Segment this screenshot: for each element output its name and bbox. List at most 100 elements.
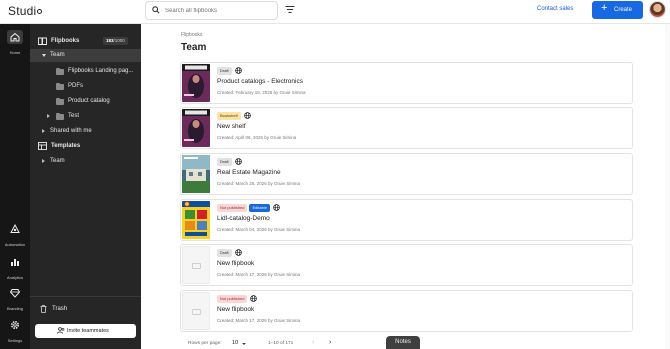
- chevron-down-icon[interactable]: [242, 343, 246, 345]
- folder-icon: [56, 82, 64, 90]
- status-badge: Editable: [249, 204, 270, 212]
- sidebar: Flipbooks 183/1000 Team Flipbooks Landin…: [30, 24, 141, 349]
- flipbook-thumbnail[interactable]: [182, 109, 210, 147]
- rail-home[interactable]: Home: [0, 30, 30, 55]
- main-content: Flipbooks Team Draft Product catalogs - E…: [141, 24, 670, 349]
- folder-label: PDFs: [68, 83, 83, 89]
- chevron-right-icon: [47, 114, 50, 118]
- status-badge: Draft: [217, 249, 232, 257]
- sidebar-flipbooks[interactable]: Flipbooks 183/1000: [30, 35, 141, 48]
- flipbook-title[interactable]: New flipbook: [217, 260, 254, 267]
- thumbnail-placeholder[interactable]: [182, 292, 210, 330]
- rail-analytics-label: Analytics: [6, 275, 23, 280]
- scrollbar[interactable]: [665, 24, 670, 349]
- flipbook-card[interactable]: Not published New flipbook Created: March …: [180, 290, 633, 332]
- flipbook-count-badge: 183/1000: [103, 37, 128, 45]
- user-avatar[interactable]: [649, 1, 666, 18]
- rail-branding-label: Branding: [6, 306, 23, 311]
- flipbook-meta: Created: March 25, 2026 by Gruie Simina: [217, 181, 301, 186]
- flipbook-card[interactable]: Draft New flipbook Created: March 17, 2026…: [180, 244, 633, 286]
- chevron-down-icon: [42, 54, 46, 57]
- flipbook-meta: Created: February 18, 2026 by Gruie Simi…: [217, 90, 306, 95]
- globe-icon: [234, 249, 242, 256]
- flipbook-card[interactable]: Draft Product catalogs - Electronics Creat…: [180, 62, 633, 104]
- next-page-button[interactable]: ›: [329, 339, 331, 346]
- sidebar-templates-team[interactable]: Team: [30, 155, 141, 168]
- users-icon: [57, 327, 65, 334]
- sidebar-templates-label: Templates: [51, 143, 81, 149]
- chevron-right-icon: [42, 129, 45, 133]
- sidebar-folder-product-catalog[interactable]: Product catalog: [30, 95, 141, 108]
- create-label: Create: [614, 7, 633, 13]
- status-badges: Draft: [217, 158, 242, 166]
- flipbook-title[interactable]: Product catalogs - Electronics: [217, 78, 303, 85]
- flipbook-title[interactable]: Real Estate Magazine: [217, 169, 281, 176]
- rail-settings-label: Settings: [7, 338, 23, 343]
- globe-icon: [234, 158, 242, 165]
- sidebar-item-shared[interactable]: Shared with me: [30, 125, 141, 138]
- status-badge: Draft: [217, 67, 232, 75]
- notes-tab[interactable]: Notes: [386, 336, 420, 349]
- rail-settings[interactable]: Settings: [0, 318, 30, 343]
- globe-icon: [273, 204, 280, 211]
- flipbook-card[interactable]: Draft Real Estate Magazine Created: March …: [180, 153, 633, 195]
- sidebar-templates[interactable]: Templates: [30, 140, 141, 153]
- flipbook-card[interactable]: Bookshelf New shelf Created: April 06, 202…: [180, 107, 633, 149]
- flipbook-title[interactable]: New flipbook: [217, 306, 254, 313]
- status-badges: Not published Editable: [217, 204, 280, 212]
- status-badge: Draft: [217, 158, 232, 166]
- page-title: Team: [181, 42, 207, 53]
- invite-teammates-button[interactable]: Invite teammates: [35, 324, 136, 338]
- folder-icon: [56, 97, 64, 105]
- rail-automation[interactable]: Automation: [0, 222, 30, 247]
- settings-icon: [10, 320, 20, 330]
- previous-page-button[interactable]: ‹: [312, 339, 314, 346]
- flipbook-thumbnail[interactable]: [182, 64, 210, 102]
- globe-icon: [243, 112, 251, 119]
- sidebar-trash[interactable]: Trash: [30, 303, 141, 316]
- image-placeholder-icon: [192, 309, 201, 315]
- status-badges: Draft: [217, 249, 242, 257]
- contact-sales-link[interactable]: Contact sales: [537, 6, 573, 12]
- sidebar-folder-pdfs[interactable]: PDFs: [30, 80, 141, 93]
- status-badges: Not published: [217, 295, 258, 303]
- flipbook-thumbnail[interactable]: [182, 201, 210, 239]
- folder-icon: [56, 112, 64, 120]
- filter-icon[interactable]: [285, 5, 295, 14]
- folder-label: Product catalog: [68, 98, 110, 104]
- folder-label: Test: [68, 113, 80, 119]
- search-box[interactable]: [145, 1, 278, 20]
- page-range: 1–10 of 171: [268, 341, 294, 346]
- flipbook-title[interactable]: New shelf: [217, 123, 246, 130]
- sidebar-folder-landing[interactable]: Flipbooks Landing pag...: [30, 65, 141, 78]
- flipbook-meta: Created: March 17, 2026 by Gruie Simina: [217, 272, 301, 277]
- plus-icon: +: [601, 2, 608, 14]
- analytics-icon: [11, 259, 19, 266]
- rows-per-page-label: Rows per page:: [188, 341, 222, 346]
- app-window: Studi Contact sales + Create Home Automa…: [0, 0, 670, 349]
- flipbook-card[interactable]: Not published Editable Lidl-catalog-Demo Cr…: [180, 199, 633, 241]
- breadcrumb[interactable]: Flipbooks: [181, 32, 202, 38]
- rail-analytics[interactable]: Analytics: [0, 255, 30, 280]
- sidebar-folder-test[interactable]: Test: [30, 110, 141, 123]
- flipbook-meta: Created: April 06, 2026 by Gruie Simina: [217, 135, 297, 140]
- folder-icon: [56, 67, 64, 75]
- rail-branding[interactable]: Branding: [0, 286, 30, 311]
- flipbook-thumbnail[interactable]: [182, 155, 210, 193]
- folder-label: Flipbooks Landing pag...: [68, 68, 134, 74]
- sidebar-trash-label: Trash: [52, 306, 68, 312]
- sidebar-item-team[interactable]: Team: [30, 49, 141, 62]
- book-icon: [38, 37, 47, 45]
- rows-per-page-select[interactable]: 10: [232, 340, 238, 346]
- studio-logo[interactable]: Studi: [8, 4, 43, 18]
- search-input[interactable]: [165, 4, 273, 17]
- chevron-right-icon: [42, 159, 45, 163]
- create-button[interactable]: + Create: [592, 1, 643, 19]
- thumbnail-placeholder[interactable]: [182, 246, 210, 284]
- rail-home-label: Home: [9, 50, 21, 55]
- flipbook-title[interactable]: Lidl-catalog-Demo: [217, 215, 270, 222]
- status-badge: Not published: [217, 295, 248, 303]
- automation-icon: [10, 224, 20, 233]
- trash-icon: [40, 305, 47, 313]
- sidebar-shared-label: Shared with me: [50, 128, 92, 134]
